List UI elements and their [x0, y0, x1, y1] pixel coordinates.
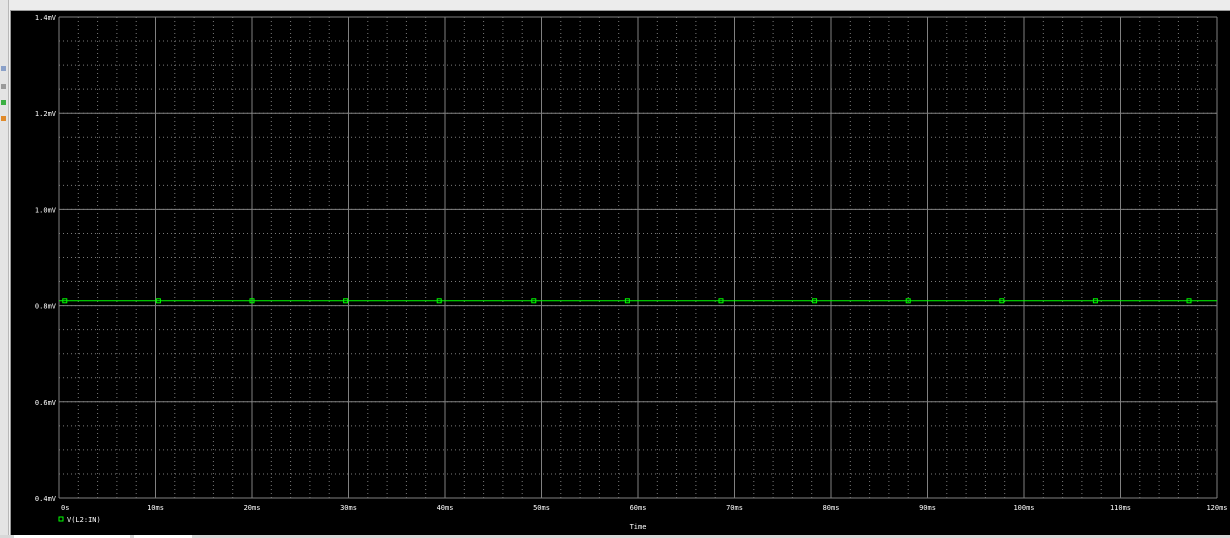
x-tick-label: 20ms — [244, 504, 261, 512]
y-tick-label: 1.0mV — [35, 206, 57, 214]
x-axis-title: Time — [630, 523, 647, 531]
x-tick-label: 0s — [61, 504, 69, 512]
y-tick-label: 0.6mV — [35, 399, 57, 407]
x-tick-label: 60ms — [630, 504, 647, 512]
x-tick-label: 30ms — [340, 504, 357, 512]
x-tick-label: 90ms — [919, 504, 936, 512]
x-tick-label: 70ms — [726, 504, 743, 512]
window-top-strip — [0, 0, 1230, 10]
x-tick-labels: 0s 10ms 20ms 30ms 40ms 50ms 60ms 70ms 80ms 90ms 10… — [61, 504, 1228, 512]
x-tick-label: 110ms — [1110, 504, 1131, 512]
x-tick-label: 10ms — [147, 504, 164, 512]
x-tick-label: 50ms — [533, 504, 550, 512]
zoom-icon[interactable] — [1, 66, 6, 71]
square-marker-icon — [58, 516, 64, 522]
y-tick-label: 0.8mV — [35, 303, 57, 311]
x-tick-label: 40ms — [437, 504, 454, 512]
y-tick-labels: 0.4mV 0.6mV 0.8mV 1.0mV 1.2mV 1.4mV — [35, 14, 57, 503]
plot-window: 0s 10ms 20ms 30ms 40ms 50ms 60ms 70ms 80ms 90ms 10… — [10, 10, 1230, 537]
legend-label: V(L2:IN) — [67, 516, 101, 524]
x-tick-label: 80ms — [823, 504, 840, 512]
legend: V(L2:IN) — [58, 516, 101, 524]
y-tick-label: 1.2mV — [35, 110, 57, 118]
x-tick-label: 100ms — [1013, 504, 1034, 512]
probe-chart[interactable]: 0s 10ms 20ms 30ms 40ms 50ms 60ms 70ms 80ms 90ms 10… — [11, 11, 1230, 537]
trace-icon[interactable] — [1, 116, 6, 121]
x-tick-label: 120ms — [1206, 504, 1227, 512]
marker-icon[interactable] — [1, 100, 6, 105]
cursor-icon[interactable] — [1, 84, 6, 89]
y-tick-label: 0.4mV — [35, 495, 57, 503]
left-toolbar — [0, 0, 9, 538]
y-tick-label: 1.4mV — [35, 14, 57, 22]
